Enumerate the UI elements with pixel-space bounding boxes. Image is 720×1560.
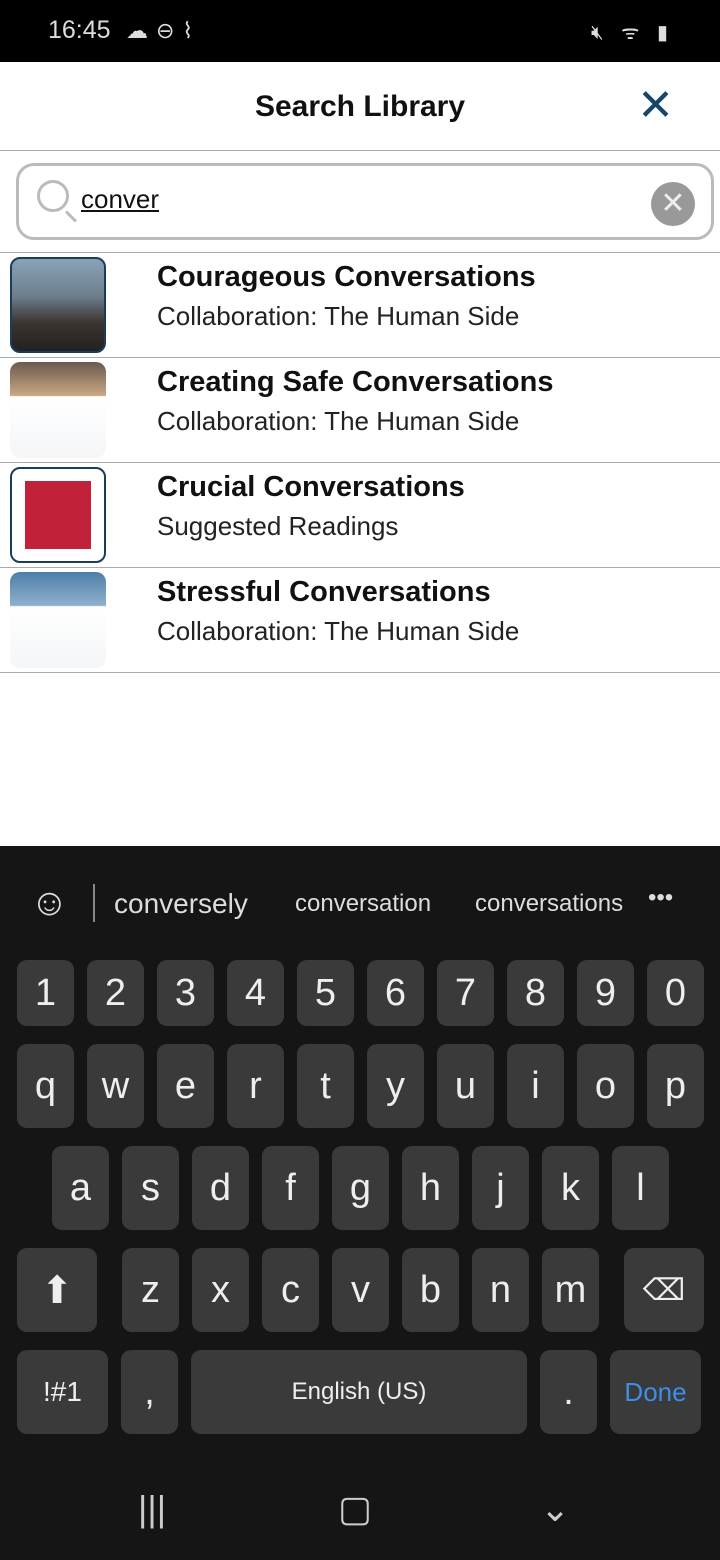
result-title: Creating Safe Conversations [157,366,554,398]
shift-icon[interactable]: ⬆ [17,1248,97,1332]
result-item[interactable]: Creating Safe Conversations Collaboratio… [0,358,720,463]
result-item[interactable]: Stressful Conversations Collaboration: T… [0,568,720,673]
key-x[interactable]: x [192,1248,249,1332]
result-thumbnail [10,362,106,458]
key-o[interactable]: o [577,1044,634,1128]
key-c[interactable]: c [262,1248,319,1332]
symbols-key[interactable]: !#1 [17,1350,108,1434]
result-item[interactable]: Crucial Conversations Suggested Readings [0,463,720,568]
result-subtitle: Collaboration: The Human Side [157,616,520,646]
results-list: Courageous Conversations Collaboration: … [0,252,720,673]
suggestion[interactable]: conversations [475,890,623,918]
result-subtitle: Collaboration: The Human Side [157,301,520,331]
key-0[interactable]: 0 [647,960,704,1026]
done-key[interactable]: Done [610,1350,701,1434]
key-l[interactable]: l [612,1146,669,1230]
home-icon[interactable]: ▢ [338,1488,372,1530]
key-q[interactable]: q [17,1044,74,1128]
key-i[interactable]: i [507,1044,564,1128]
back-icon[interactable]: ⌄ [540,1488,570,1530]
key-4[interactable]: 4 [227,960,284,1026]
search-icon [37,180,69,212]
status-bar: 16:45 ☁⊖⌇ 🔇︎ ᯤ ▮ [0,0,720,62]
key-8[interactable]: 8 [507,960,564,1026]
clock: 16:45 [48,16,111,44]
keyboard: ☺ conversely conversation conversations … [0,846,720,1560]
close-icon[interactable]: ✕ [637,80,674,131]
key-3[interactable]: 3 [157,960,214,1026]
space-key[interactable]: English (US) [191,1350,527,1434]
key-s[interactable]: s [122,1146,179,1230]
key-a[interactable]: a [52,1146,109,1230]
backspace-icon[interactable]: ⌫ [624,1248,704,1332]
divider [93,884,95,922]
key-f[interactable]: f [262,1146,319,1230]
more-icon[interactable]: ••• [648,884,673,912]
navigation-bar: ||| ▢ ⌄ [0,1460,720,1560]
clear-search-icon[interactable]: ✕ [651,182,695,226]
result-subtitle: Collaboration: The Human Side [157,406,520,436]
key-w[interactable]: w [87,1044,144,1128]
key-t[interactable]: t [297,1044,354,1128]
result-thumbnail [10,467,106,563]
suggestion[interactable]: conversely [114,888,248,920]
result-item[interactable]: Courageous Conversations Collaboration: … [0,253,720,358]
key-r[interactable]: r [227,1044,284,1128]
search-box: ✕ [16,163,714,240]
key-b[interactable]: b [402,1248,459,1332]
key-v[interactable]: v [332,1248,389,1332]
suggestion-bar: ☺ conversely conversation conversations … [0,846,720,956]
result-subtitle: Suggested Readings [157,511,399,541]
key-7[interactable]: 7 [437,960,494,1026]
key-h[interactable]: h [402,1146,459,1230]
result-title: Crucial Conversations [157,471,465,503]
key-u[interactable]: u [437,1044,494,1128]
recents-icon[interactable]: ||| [138,1488,166,1530]
comma-key[interactable]: , [121,1350,178,1434]
key-n[interactable]: n [472,1248,529,1332]
key-z[interactable]: z [122,1248,179,1332]
period-key[interactable]: . [540,1350,597,1434]
header: Search Library ✕ [0,62,720,151]
result-title: Stressful Conversations [157,576,491,608]
result-thumbnail [10,572,106,668]
key-y[interactable]: y [367,1044,424,1128]
suggestion[interactable]: conversation [295,890,431,918]
key-2[interactable]: 2 [87,960,144,1026]
key-g[interactable]: g [332,1146,389,1230]
page-title: Search Library [254,90,466,123]
key-k[interactable]: k [542,1146,599,1230]
key-6[interactable]: 6 [367,960,424,1026]
key-1[interactable]: 1 [17,960,74,1026]
result-title: Courageous Conversations [157,261,536,293]
emoji-toggle-icon[interactable]: ☺ [30,882,69,925]
system-icons: 🔇︎ ᯤ ▮ [591,22,674,44]
key-j[interactable]: j [472,1146,529,1230]
key-d[interactable]: d [192,1146,249,1230]
key-p[interactable]: p [647,1044,704,1128]
key-m[interactable]: m [542,1248,599,1332]
result-thumbnail [10,257,106,353]
notification-icons: ☁⊖⌇ [126,18,202,43]
key-9[interactable]: 9 [577,960,634,1026]
search-input[interactable] [81,184,641,215]
key-e[interactable]: e [157,1044,214,1128]
key-5[interactable]: 5 [297,960,354,1026]
